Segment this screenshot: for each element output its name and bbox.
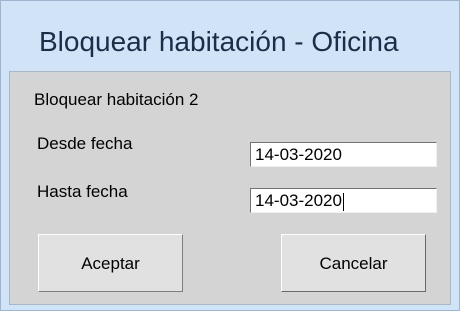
to-date-label: Hasta fecha <box>37 182 128 201</box>
dialog-content: Bloquear habitación 2 Desde fecha 14-03-… <box>9 71 451 305</box>
cancel-button[interactable]: Cancelar <box>281 234 426 292</box>
window-title: Bloquear habitación - Oficina <box>39 26 399 57</box>
dialog-window: Bloquear habitación - Oficina Bloquear h… <box>0 0 460 311</box>
from-date-value: 14-03-2020 <box>255 145 342 164</box>
to-date-value: 14-03-2020 <box>255 191 342 210</box>
from-date-label: Desde fecha <box>37 134 133 153</box>
room-block-label: Bloquear habitación 2 <box>34 90 199 109</box>
text-caret <box>342 192 344 211</box>
accept-button[interactable]: Aceptar <box>38 234 183 292</box>
to-date-input[interactable]: 14-03-2020 <box>250 188 437 213</box>
title-bar[interactable]: Bloquear habitación - Oficina <box>1 1 459 71</box>
from-date-input[interactable]: 14-03-2020 <box>250 142 437 167</box>
